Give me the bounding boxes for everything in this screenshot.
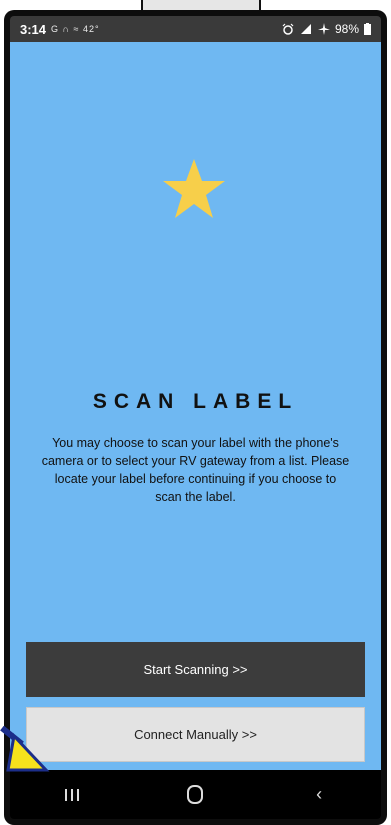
airplane-icon	[317, 23, 330, 35]
app-screen: 3:14 G ∩ ≈ 42° 98% SCAN LABEL You may ch…	[10, 16, 381, 819]
connect-manually-button[interactable]: Connect Manually >>	[26, 707, 365, 762]
status-time: 3:14	[20, 21, 47, 37]
status-bar: 3:14 G ∩ ≈ 42° 98%	[10, 16, 381, 42]
back-button[interactable]: ‹	[289, 775, 349, 815]
battery-icon	[364, 23, 371, 35]
signal-icon	[300, 24, 311, 34]
battery-percent: 98%	[334, 22, 359, 36]
alarm-icon	[282, 23, 294, 35]
home-icon	[187, 785, 204, 804]
scan-label-page: SCAN LABEL You may choose to scan your l…	[10, 42, 381, 770]
page-title: SCAN LABEL	[92, 390, 299, 413]
notification-icons: G ∩ ≈ 42°	[51, 24, 100, 34]
recent-apps-button[interactable]	[42, 775, 102, 815]
pointer-arrow-icon	[0, 726, 50, 772]
home-button[interactable]	[165, 775, 225, 815]
page-description: You may choose to scan your label with t…	[41, 436, 350, 504]
android-nav-bar: ‹	[10, 770, 381, 819]
recent-apps-icon	[64, 788, 79, 801]
back-icon: ‹	[316, 784, 323, 804]
star-icon	[163, 159, 225, 218]
phone-frame: 3:14 G ∩ ≈ 42° 98% SCAN LABEL You may ch…	[4, 10, 387, 825]
start-scanning-button[interactable]: Start Scanning >>	[26, 642, 365, 697]
